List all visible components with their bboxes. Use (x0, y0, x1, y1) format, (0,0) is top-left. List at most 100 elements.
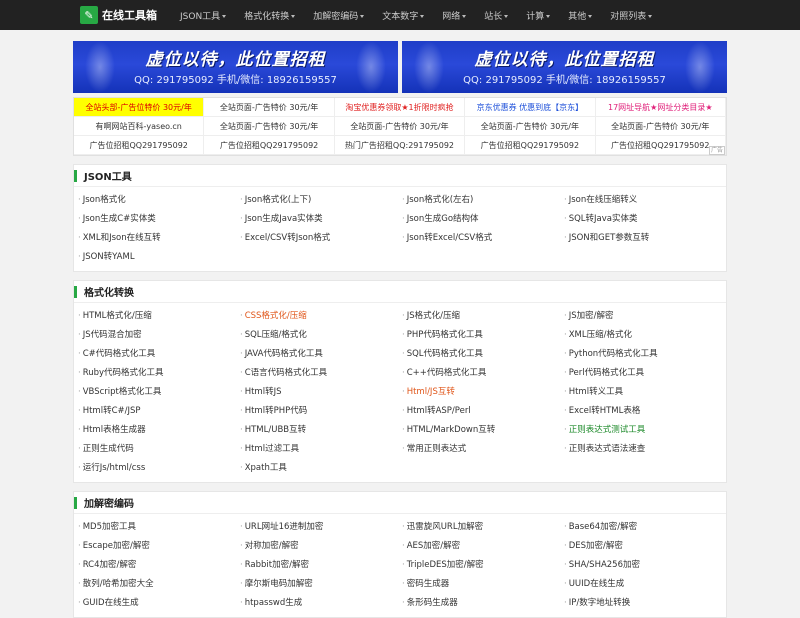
tool-link[interactable]: Html转C#/JSP (78, 402, 240, 421)
tool-link[interactable]: Json格式化 (78, 191, 240, 210)
nav-item-7[interactable]: 其他 (568, 9, 593, 22)
nav-item-6[interactable]: 计算 (526, 9, 551, 22)
tool-link[interactable]: URL网址16进制加密 (240, 518, 402, 537)
tool-link[interactable]: RC4加密/解密 (78, 556, 240, 575)
tool-link[interactable]: 正则表达式语法速查 (564, 440, 726, 459)
ad-link[interactable]: 广告位招租QQ291795092 (595, 136, 726, 155)
ad-link[interactable]: 京东优惠券 优惠到底【京东】 (465, 98, 596, 117)
nav-item-5[interactable]: 站长 (484, 9, 509, 22)
caret-down-icon (648, 14, 653, 18)
nav-item-4[interactable]: 网络 (442, 9, 467, 22)
tool-link[interactable]: SQL压缩/格式化 (240, 326, 402, 345)
tool-link[interactable]: MD5加密工具 (78, 518, 240, 537)
tool-link[interactable]: Json在线压缩转义 (564, 191, 726, 210)
tool-link[interactable]: XML和Json在线互转 (78, 229, 240, 248)
tool-link[interactable]: Json格式化(上下) (240, 191, 402, 210)
tool-link[interactable]: Xpath工具 (240, 459, 402, 478)
ad-link[interactable]: 广告位招租QQ291795092 (204, 136, 335, 155)
tool-link[interactable]: PHP代码格式化工具 (402, 326, 564, 345)
tool-link[interactable]: UUID在线生成 (564, 575, 726, 594)
ad-link[interactable]: 全站头部-广告位特价 30元/年 (74, 98, 205, 117)
banner-ad-1[interactable]: 虚位以待，此位置招租 QQ: 291795092 手机/微信: 189261595… (402, 41, 727, 93)
tool-link[interactable]: C语言代码格式化工具 (240, 364, 402, 383)
tool-link[interactable]: 正则生成代码 (78, 440, 240, 459)
tool-link[interactable]: VBScript格式化工具 (78, 383, 240, 402)
tool-link[interactable]: Json生成Java实体类 (240, 210, 402, 229)
tool-link[interactable]: SQL代码格式化工具 (402, 345, 564, 364)
section-accent-bar (74, 285, 77, 298)
tool-link[interactable]: Base64加密/解密 (564, 518, 726, 537)
nav-item-2[interactable]: 加解密编码 (313, 9, 365, 22)
tool-link[interactable]: 对称加密/解密 (240, 537, 402, 556)
tool-link[interactable]: Python代码格式化工具 (564, 345, 726, 364)
tool-link[interactable]: XML压缩/格式化 (564, 326, 726, 345)
ad-link[interactable]: 热门广告招租QQ:291795092 (334, 136, 466, 155)
ad-link[interactable]: 全站页面-广告特价 30元/年 (204, 98, 335, 117)
nav-item-0[interactable]: JSON工具 (180, 9, 227, 22)
tool-link[interactable]: Json转Excel/CSV格式 (402, 229, 564, 248)
tool-link[interactable]: 密码生成器 (402, 575, 564, 594)
ad-link[interactable]: 17网址导航★网址分类目录★ (595, 98, 726, 117)
tool-link[interactable]: JS代码混合加密 (78, 326, 240, 345)
tool-link[interactable]: 常用正则表达式 (402, 440, 564, 459)
ad-link[interactable]: 淘宝优惠券领取★1折限时疯抢 (334, 98, 466, 117)
tool-link[interactable]: Excel/CSV转Json格式 (240, 229, 402, 248)
tool-link[interactable]: GUID在线生成 (78, 594, 240, 613)
tool-link[interactable]: HTML格式化/压缩 (78, 307, 240, 326)
banner-contact: QQ: 291795092 手机/微信: 18926159557 (463, 75, 666, 86)
ad-link[interactable]: 有啊网站百科-yaseo.cn (74, 117, 205, 136)
tool-link[interactable]: DES加密/解密 (564, 537, 726, 556)
tool-link[interactable]: Html/JS互转 (402, 383, 564, 402)
tool-link[interactable]: IP/数字地址转换 (564, 594, 726, 613)
nav-item-8[interactable]: 对照列表 (610, 9, 653, 22)
tool-section-1: 格式化转换 HTML格式化/压缩CSS格式化/压缩JS格式化/压缩JS加密/解密 J… (73, 280, 727, 483)
tool-link[interactable]: JSON转YAML (78, 248, 240, 267)
ad-link[interactable]: 全站页面-广告特价 30元/年 (204, 117, 335, 136)
ad-mark: 广告 (708, 146, 725, 155)
tool-link[interactable]: Html转PHP代码 (240, 402, 402, 421)
tool-link[interactable]: 条形码生成器 (402, 594, 564, 613)
ad-link[interactable]: 全站页面-广告特价 30元/年 (334, 117, 466, 136)
tool-link[interactable]: Html转JS (240, 383, 402, 402)
tool-link[interactable]: AES加密/解密 (402, 537, 564, 556)
tool-link[interactable]: CSS格式化/压缩 (240, 307, 402, 326)
ad-link[interactable]: 全站页面-广告特价 30元/年 (595, 117, 726, 136)
top-nav: ✎ 在线工具箱 JSON工具 格式化转换 加解密编码 文本数字 网络 站长 计算 其他 对照列表 (0, 0, 800, 30)
tool-link[interactable]: Perl代码格式化工具 (564, 364, 726, 383)
tool-link[interactable]: Json生成C#实体类 (78, 210, 240, 229)
tool-link[interactable]: C#代码格式化工具 (78, 345, 240, 364)
tool-link[interactable]: Escape加密/解密 (78, 537, 240, 556)
tool-link[interactable]: SHA/SHA256加密 (564, 556, 726, 575)
tool-link[interactable]: Ruby代码格式化工具 (78, 364, 240, 383)
banner-ad-0[interactable]: 虚位以待，此位置招租 QQ: 291795092 手机/微信: 189261595… (73, 41, 398, 93)
tool-link[interactable]: Json生成Go结构体 (402, 210, 564, 229)
nav-item-3[interactable]: 文本数字 (382, 9, 425, 22)
tool-link[interactable]: 正则表达式测试工具 (564, 421, 726, 440)
tool-link[interactable]: Html转义工具 (564, 383, 726, 402)
tool-link[interactable]: JS加密/解密 (564, 307, 726, 326)
tool-link[interactable]: TripleDES加密/解密 (402, 556, 564, 575)
tool-link[interactable]: SQL转Java实体类 (564, 210, 726, 229)
tool-link[interactable]: 摩尔斯电码加解密 (240, 575, 402, 594)
tool-link[interactable]: 运行Js/html/css (78, 459, 240, 478)
tool-link[interactable]: JSON和GET参数互转 (564, 229, 726, 248)
tool-link[interactable]: 迅雷旋风URL加解密 (402, 518, 564, 537)
tool-link[interactable]: HTML/MarkDown互转 (402, 421, 564, 440)
tool-link[interactable]: htpasswd生成 (240, 594, 402, 613)
ad-link[interactable]: 全站页面-广告特价 30元/年 (465, 117, 596, 136)
tool-link[interactable]: JS格式化/压缩 (402, 307, 564, 326)
site-logo[interactable]: ✎ 在线工具箱 (80, 6, 157, 24)
tool-link[interactable]: Html转ASP/Perl (402, 402, 564, 421)
nav-item-1[interactable]: 格式化转换 (244, 9, 296, 22)
ad-link[interactable]: 广告位招租QQ291795092 (74, 136, 205, 155)
ad-link[interactable]: 广告位招租QQ291795092 (465, 136, 596, 155)
tool-link[interactable]: JAVA代码格式化工具 (240, 345, 402, 364)
tool-link[interactable]: 散列/哈希加密大全 (78, 575, 240, 594)
tool-link[interactable]: Json格式化(左右) (402, 191, 564, 210)
tool-link[interactable]: HTML/UBB互转 (240, 421, 402, 440)
tool-link[interactable]: C++代码格式化工具 (402, 364, 564, 383)
tool-link[interactable]: Html过滤工具 (240, 440, 402, 459)
tool-link[interactable]: Html表格生成器 (78, 421, 240, 440)
tool-link[interactable]: Excel转HTML表格 (564, 402, 726, 421)
tool-link[interactable]: Rabbit加密/解密 (240, 556, 402, 575)
